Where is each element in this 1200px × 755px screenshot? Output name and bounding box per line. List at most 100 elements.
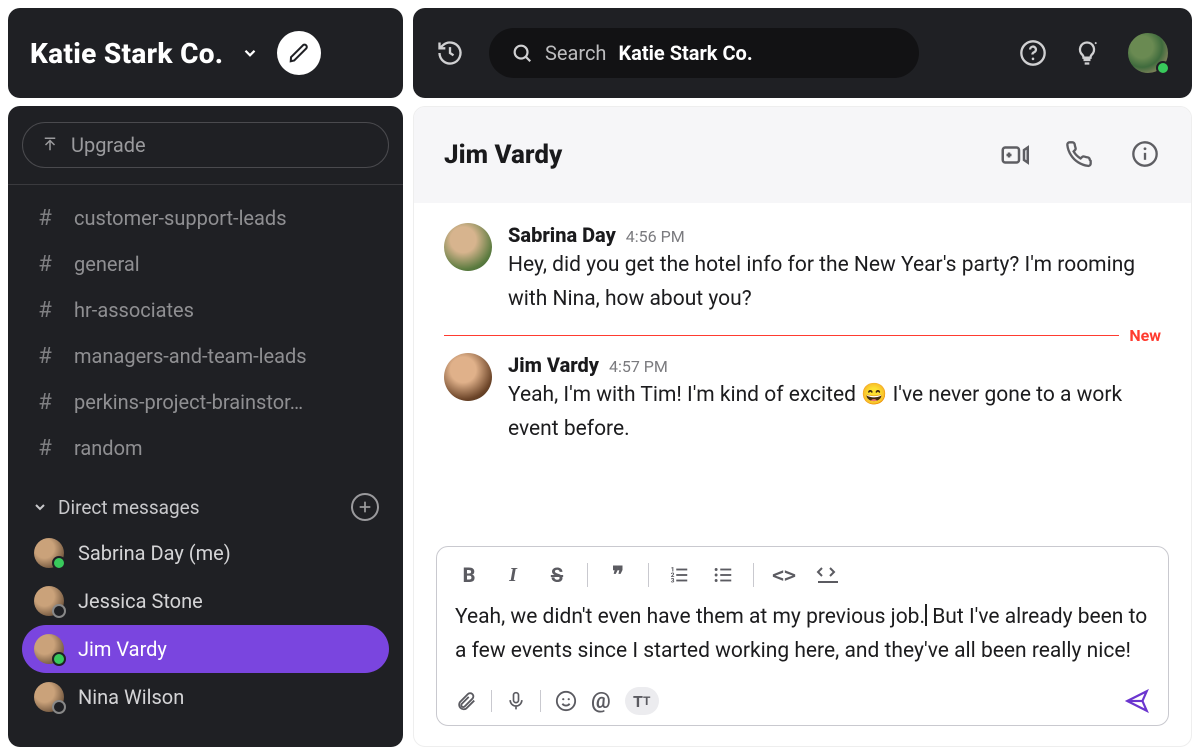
dm-header-label: Direct messages (58, 496, 200, 519)
unordered-list-button[interactable] (709, 561, 737, 589)
avatar[interactable] (444, 353, 492, 401)
attach-button[interactable] (455, 690, 477, 712)
format-toolbar: B I S ❞ 123 <> (455, 561, 1150, 589)
info-button[interactable] (1131, 140, 1161, 170)
chevron-down-icon (32, 499, 48, 515)
avatar (34, 538, 64, 568)
channel-item[interactable]: # managers-and-team-leads (22, 333, 389, 379)
avatar (34, 634, 64, 664)
new-messages-divider: New (444, 326, 1161, 345)
italic-button[interactable]: I (499, 561, 527, 589)
presence-online-icon (1156, 61, 1170, 75)
pencil-icon (288, 42, 310, 64)
hash-icon: # (34, 298, 56, 323)
send-icon (1124, 688, 1150, 714)
bold-button[interactable]: B (455, 561, 483, 589)
hash-icon: # (34, 206, 56, 231)
message-composer: B I S ❞ 123 <> (436, 546, 1169, 726)
divider (8, 184, 403, 185)
grin-emoji: 😄 (861, 383, 887, 407)
channel-name: customer-support-leads (74, 206, 287, 230)
upgrade-label: Upgrade (71, 133, 146, 157)
channel-item[interactable]: # perkins-project-brainstor… (22, 379, 389, 425)
channel-item[interactable]: # hr-associates (22, 287, 389, 333)
workspace-switcher[interactable]: Katie Stark Co. (8, 8, 403, 98)
dm-name: Nina Wilson (78, 685, 184, 709)
new-label: New (1119, 326, 1161, 345)
smile-icon (555, 690, 577, 712)
hash-icon: # (34, 436, 56, 461)
phone-call-button[interactable] (1065, 140, 1095, 170)
message-body: Hey, did you get the hotel info for the … (508, 249, 1161, 316)
help-icon[interactable] (1018, 38, 1048, 68)
channel-item[interactable]: # customer-support-leads (22, 195, 389, 241)
ordered-list-button[interactable]: 123 (665, 561, 693, 589)
workspace-name: Katie Stark Co. (30, 37, 223, 70)
emoji-button[interactable] (555, 690, 577, 712)
composer-input[interactable]: Yeah, we didn't even have them at my pre… (455, 601, 1150, 675)
search-label: Search (545, 41, 606, 65)
dm-section-header[interactable]: Direct messages (22, 485, 389, 529)
search-scope: Katie Stark Co. (618, 41, 752, 65)
channel-item[interactable]: # general (22, 241, 389, 287)
send-button[interactable] (1124, 688, 1150, 714)
blockquote-button[interactable]: ❞ (604, 561, 632, 589)
message-author[interactable]: Sabrina Day (508, 223, 616, 247)
message-author[interactable]: Jim Vardy (508, 353, 599, 377)
compose-button[interactable] (277, 31, 321, 75)
channel-name: perkins-project-brainstor… (74, 390, 303, 414)
dm-item[interactable]: Sabrina Day (me) (22, 529, 389, 577)
hash-icon: # (34, 390, 56, 415)
search-icon (511, 42, 533, 64)
channel-name: managers-and-team-leads (74, 344, 307, 368)
lightbulb-icon[interactable] (1072, 38, 1102, 68)
message-list: Sabrina Day 4:56 PM Hey, did you get the… (414, 203, 1191, 528)
mic-button[interactable] (506, 690, 526, 712)
avatar[interactable] (444, 223, 492, 271)
user-avatar[interactable] (1126, 31, 1170, 75)
message: Jim Vardy 4:57 PM Yeah, I'm with Tim! I'… (444, 353, 1161, 446)
dm-name: Jessica Stone (78, 589, 203, 613)
codeblock-button[interactable] (814, 561, 842, 589)
dm-item[interactable]: Nina Wilson (22, 673, 389, 721)
hash-icon: # (34, 252, 56, 277)
presence-online-icon (52, 556, 66, 570)
avatar (34, 682, 64, 712)
channel-name: general (74, 252, 140, 276)
strike-button[interactable]: S (543, 561, 571, 589)
code-button[interactable]: <> (770, 561, 798, 589)
mic-icon (506, 690, 526, 712)
upgrade-button[interactable]: Upgrade (22, 122, 389, 168)
channel-item[interactable]: # random (22, 425, 389, 471)
chat-header: Jim Vardy (414, 107, 1191, 203)
dm-item[interactable]: Jessica Stone (22, 577, 389, 625)
channel-name: random (74, 436, 143, 460)
sidebar: Upgrade #customer-support-leads#general#… (8, 106, 403, 747)
avatar (34, 586, 64, 616)
message-time: 4:57 PM (609, 357, 668, 376)
presence-online-icon (52, 652, 66, 666)
chat-title[interactable]: Jim Vardy (444, 140, 562, 170)
dm-name: Sabrina Day (me) (78, 541, 231, 565)
chevron-down-icon (241, 44, 259, 62)
dm-name: Jim Vardy (78, 637, 167, 661)
message-time: 4:56 PM (626, 227, 685, 246)
new-dm-button[interactable] (351, 493, 379, 521)
svg-text:3: 3 (671, 576, 675, 584)
message: Sabrina Day 4:56 PM Hey, did you get the… (444, 223, 1161, 316)
app-root: Katie Stark Co. Search Katie Stark Co. (0, 0, 1200, 755)
paperclip-icon (455, 690, 477, 712)
mention-button[interactable]: @ (591, 689, 611, 714)
presence-offline-icon (52, 700, 66, 714)
video-call-button[interactable] (999, 140, 1029, 170)
search-input[interactable]: Search Katie Stark Co. (489, 28, 919, 78)
toggle-format-button[interactable]: TT (625, 687, 659, 715)
presence-offline-icon (52, 604, 66, 618)
history-icon[interactable] (435, 38, 465, 68)
hash-icon: # (34, 344, 56, 369)
message-body: Yeah, I'm with Tim! I'm kind of excited … (508, 379, 1161, 446)
channel-name: hr-associates (74, 298, 194, 322)
main-panel: Jim Vardy (413, 106, 1192, 747)
plus-icon (357, 499, 373, 515)
dm-item[interactable]: Jim Vardy (22, 625, 389, 673)
